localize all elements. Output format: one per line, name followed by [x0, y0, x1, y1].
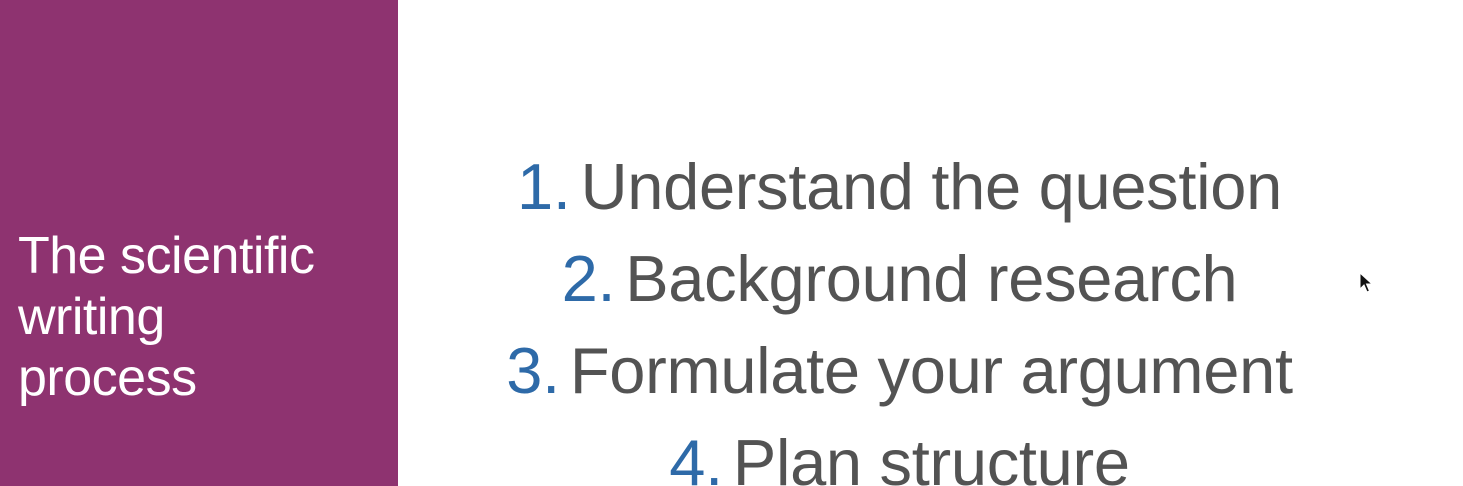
step-text: Understand the question: [580, 149, 1283, 223]
step-number: 4.: [669, 425, 723, 486]
slide-title-line-3: process: [18, 349, 197, 407]
step-number: 2.: [561, 241, 616, 315]
step-number: 1.: [517, 149, 571, 223]
slide-title-line-1: The scientific: [18, 227, 315, 285]
step-item-4: 4. Plan structure: [398, 416, 1401, 486]
steps-list: 1. Understand the question 2. Background r…: [398, 140, 1401, 486]
step-text: Formulate your argument: [569, 333, 1293, 407]
mouse-pointer-icon: [1359, 272, 1373, 293]
step-item-3: 3. Formulate your argument: [398, 324, 1401, 416]
slide: The scientific writing process 1. Underst…: [0, 0, 1463, 486]
slide-title: The scientific writing process: [18, 226, 378, 409]
step-item-1: 1. Understand the question: [398, 140, 1401, 232]
slide-title-line-2: writing: [18, 288, 165, 346]
step-text: Plan structure: [732, 425, 1130, 486]
step-text: Background research: [625, 241, 1238, 315]
step-item-2: 2. Background research: [398, 232, 1401, 324]
step-number: 3.: [506, 333, 560, 407]
title-panel: The scientific writing process: [0, 0, 398, 486]
